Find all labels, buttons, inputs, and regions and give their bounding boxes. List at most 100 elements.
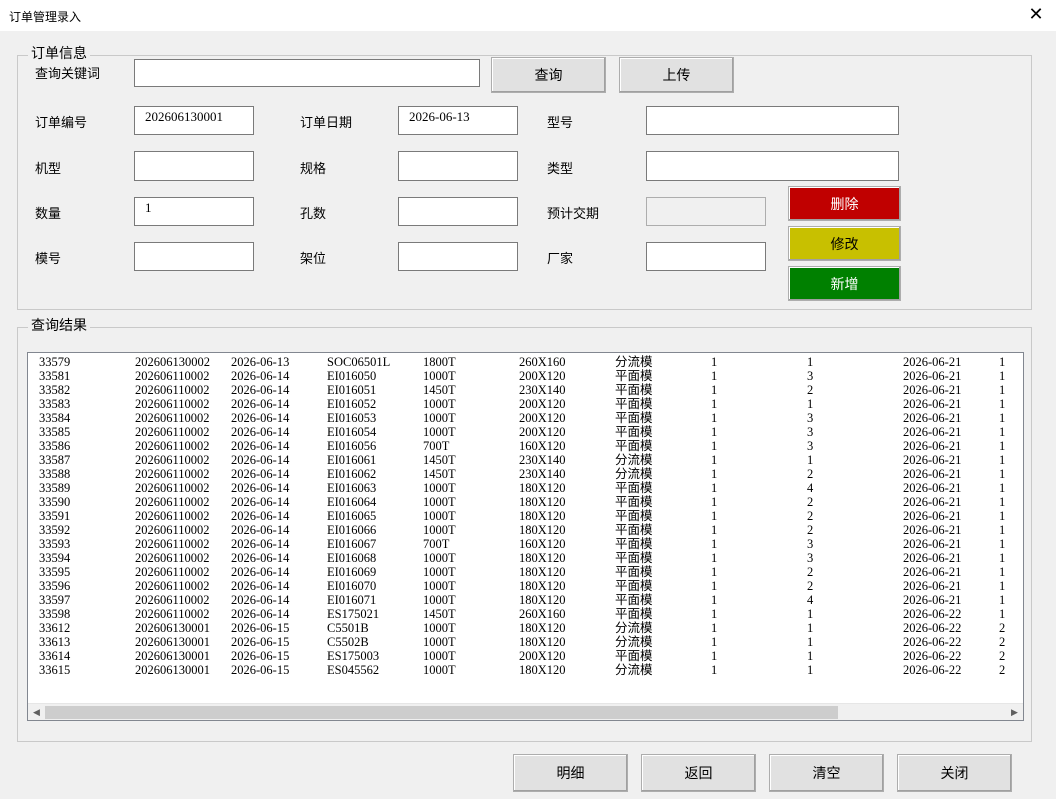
vendor-field[interactable] [646, 242, 766, 271]
list-cell: 200X120 [519, 397, 566, 411]
list-item[interactable]: 33590 202606110002 2026-06-14 EI016064 1000T… [28, 495, 1023, 509]
list-item[interactable]: 33612 202606130001 2026-06-15 C5501B 1000T 18… [28, 621, 1023, 635]
scroll-right-icon[interactable]: ▶ [1006, 704, 1023, 720]
order-date-field[interactable]: 2026-06-13 [398, 106, 518, 135]
list-cell: 1000T [423, 551, 456, 565]
list-cell: 2026-06-21 [903, 523, 962, 537]
scrollbar-thumb[interactable] [45, 706, 838, 719]
list-item[interactable]: 33583 202606110002 2026-06-14 EI016052 1000T… [28, 397, 1023, 411]
list-cell: 200X120 [519, 649, 566, 663]
list-cell: 202606110002 [135, 453, 210, 467]
scroll-left-icon[interactable]: ◀ [28, 704, 45, 720]
list-cell: 分流模 [615, 663, 653, 677]
list-item[interactable]: 33584 202606110002 2026-06-14 EI016053 1000T… [28, 411, 1023, 425]
list-cell: 2026-06-21 [903, 355, 962, 369]
list-item[interactable]: 33587 202606110002 2026-06-14 EI016061 1450T… [28, 453, 1023, 467]
list-item[interactable]: 33588 202606110002 2026-06-14 EI016062 1450T… [28, 467, 1023, 481]
list-cell: 2 [807, 565, 814, 579]
list-cell: 33615 [39, 663, 71, 677]
list-cell: 平面模 [615, 495, 653, 509]
list-cell: 2026-06-14 [231, 481, 290, 495]
window-title: 订单管理录入 [9, 10, 82, 24]
close-button[interactable]: 关闭 [897, 754, 1012, 792]
mold-no-label: 模号 [35, 252, 62, 267]
close-icon[interactable]: ✕ [1026, 4, 1046, 26]
list-cell: 1 [999, 425, 1006, 439]
list-cell: EI016069 [327, 565, 377, 579]
list-item[interactable]: 33596 202606110002 2026-06-14 EI016070 1000T… [28, 579, 1023, 593]
clear-button[interactable]: 清空 [769, 754, 884, 792]
rack-field[interactable] [398, 242, 518, 271]
list-item[interactable]: 33594 202606110002 2026-06-14 EI016068 1000T… [28, 551, 1023, 565]
search-input[interactable] [134, 59, 480, 87]
list-cell: 200X120 [519, 425, 566, 439]
list-item[interactable]: 33581 202606110002 2026-06-14 EI016050 1000T… [28, 369, 1023, 383]
list-cell: 33593 [39, 537, 71, 551]
list-item[interactable]: 33591 202606110002 2026-06-14 EI016065 1000T… [28, 509, 1023, 523]
order-no-field[interactable]: 202606130001 [134, 106, 254, 135]
list-item[interactable]: 33593 202606110002 2026-06-14 EI016067 700T 1… [28, 537, 1023, 551]
list-cell: 1000T [423, 369, 456, 383]
results-list[interactable]: 33579 202606130002 2026-06-13 SOC06501L 1800… [27, 352, 1024, 721]
list-cell: 33614 [39, 649, 71, 663]
detail-button[interactable]: 明细 [513, 754, 628, 792]
list-cell: EI016062 [327, 467, 377, 481]
list-cell: 202606110002 [135, 565, 210, 579]
vendor-label: 厂家 [547, 252, 574, 267]
list-cell: 1 [807, 663, 814, 677]
machine-field[interactable] [134, 151, 254, 181]
list-cell: 3 [807, 551, 814, 565]
add-button[interactable]: 新增 [788, 266, 901, 301]
list-cell: 1 [999, 579, 1006, 593]
list-item[interactable]: 33595 202606110002 2026-06-14 EI016069 1000T… [28, 565, 1023, 579]
list-cell: 33581 [39, 369, 71, 383]
list-cell: 2026-06-21 [903, 369, 962, 383]
type-field[interactable] [646, 151, 899, 181]
upload-button[interactable]: 上传 [619, 57, 734, 93]
holes-field[interactable] [398, 197, 518, 226]
list-cell: 202606110002 [135, 439, 210, 453]
spec-field[interactable] [398, 151, 518, 181]
query-button[interactable]: 查询 [491, 57, 606, 93]
list-item[interactable]: 33614 202606130001 2026-06-15 ES175003 1000T… [28, 649, 1023, 663]
edit-button[interactable]: 修改 [788, 226, 901, 261]
list-item[interactable]: 33589 202606110002 2026-06-14 EI016063 1000T… [28, 481, 1023, 495]
delete-button[interactable]: 删除 [788, 186, 901, 221]
horizontal-scrollbar[interactable]: ◀ ▶ [28, 703, 1023, 720]
list-cell: 1 [711, 579, 718, 593]
list-cell: 1 [711, 411, 718, 425]
list-cell: 2026-06-22 [903, 621, 962, 635]
list-cell: 2026-06-15 [231, 663, 290, 677]
list-cell: 2 [807, 509, 814, 523]
list-item[interactable]: 33579 202606130002 2026-06-13 SOC06501L 1800… [28, 355, 1023, 369]
list-cell: 2026-06-14 [231, 383, 290, 397]
list-item[interactable]: 33597 202606110002 2026-06-14 EI016071 1000T… [28, 593, 1023, 607]
quantity-field[interactable]: 1 [134, 197, 254, 226]
list-cell: 1000T [423, 411, 456, 425]
list-cell: 1 [807, 649, 814, 663]
list-item[interactable]: 33615 202606130001 2026-06-15 ES045562 1000T… [28, 663, 1023, 677]
list-cell: 3 [807, 425, 814, 439]
list-cell: 3 [807, 537, 814, 551]
list-cell: 2026-06-15 [231, 649, 290, 663]
list-cell: 33584 [39, 411, 71, 425]
list-item[interactable]: 33598 202606110002 2026-06-14 ES175021 1450T… [28, 607, 1023, 621]
list-cell: 分流模 [615, 355, 653, 369]
list-cell: 180X120 [519, 579, 566, 593]
list-cell: 1 [999, 467, 1006, 481]
list-cell: 2026-06-14 [231, 537, 290, 551]
list-cell: EI016050 [327, 369, 377, 383]
list-item[interactable]: 33613 202606130001 2026-06-15 C5502B 1000T 18… [28, 635, 1023, 649]
back-button[interactable]: 返回 [641, 754, 756, 792]
model-no-field[interactable] [646, 106, 899, 135]
list-cell: EI016056 [327, 439, 377, 453]
list-cell: 230X140 [519, 383, 566, 397]
list-item[interactable]: 33592 202606110002 2026-06-14 EI016066 1000T… [28, 523, 1023, 537]
list-item[interactable]: 33586 202606110002 2026-06-14 EI016056 700T 1… [28, 439, 1023, 453]
list-cell: 1 [711, 607, 718, 621]
list-cell: 1 [711, 537, 718, 551]
mold-no-field[interactable] [134, 242, 254, 271]
list-cell: 202606110002 [135, 593, 210, 607]
list-item[interactable]: 33582 202606110002 2026-06-14 EI016051 1450T… [28, 383, 1023, 397]
list-item[interactable]: 33585 202606110002 2026-06-14 EI016054 1000T… [28, 425, 1023, 439]
